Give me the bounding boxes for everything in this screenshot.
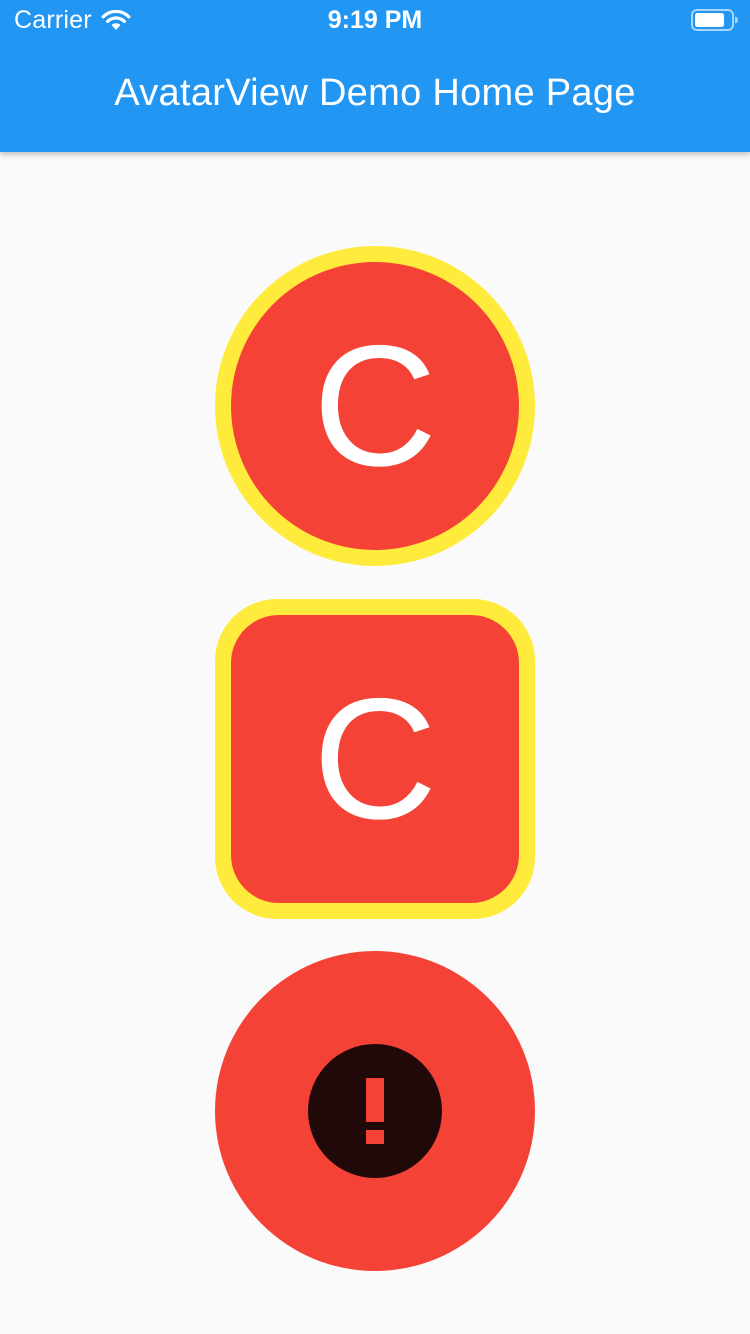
error-icon	[308, 1044, 442, 1178]
rounded-avatar-initial: C	[231, 615, 519, 903]
status-bar: Carrier 9:19 PM	[0, 0, 750, 40]
app-bar: Carrier 9:19 PM AvatarView Demo Home Pag…	[0, 0, 750, 152]
status-time: 9:19 PM	[327, 6, 423, 34]
circle-avatar[interactable]: C	[215, 246, 535, 566]
battery-icon	[691, 9, 739, 31]
error-avatar[interactable]	[215, 951, 535, 1271]
page-title: AvatarView Demo Home Page	[114, 72, 636, 114]
circle-avatar-initial: C	[231, 262, 519, 550]
rounded-avatar[interactable]: C	[215, 599, 535, 919]
